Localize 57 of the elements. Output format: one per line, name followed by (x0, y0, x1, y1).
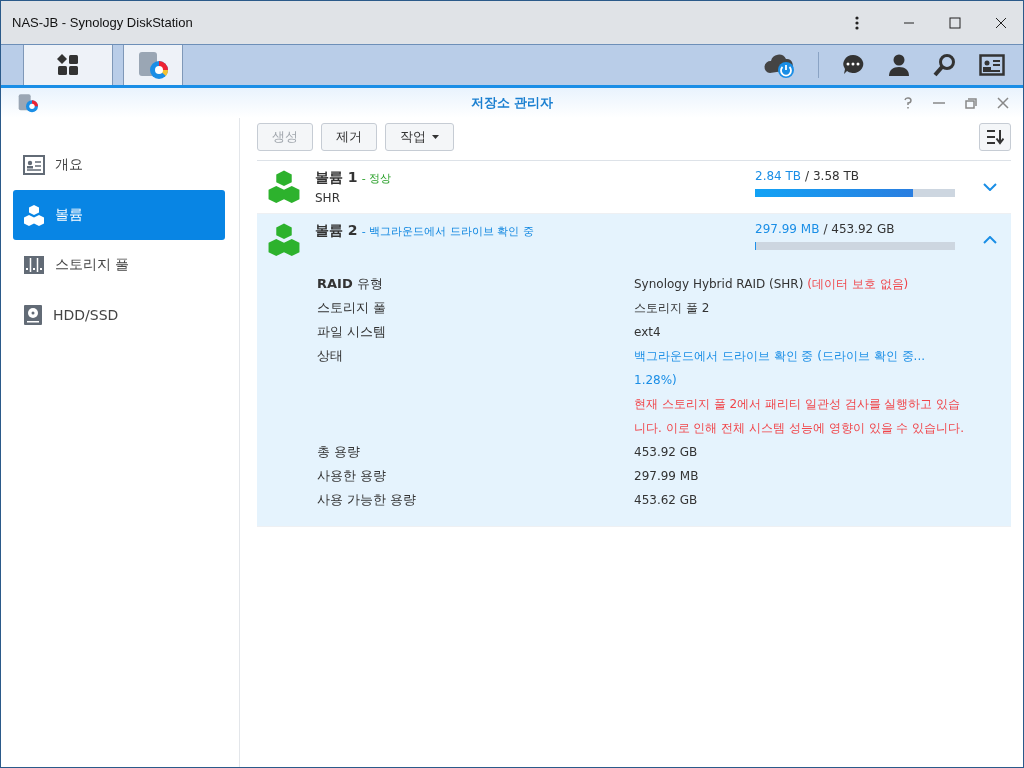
cubes-icon (23, 204, 45, 226)
sidebar-item[interactable]: 스토리지 풀 (13, 240, 225, 290)
id-card-icon (23, 155, 45, 175)
detail-value: 453.62 GB (634, 493, 698, 507)
detail-value: ext4 (634, 325, 661, 339)
detail-label: 상태 (317, 347, 344, 365)
toolbar-button[interactable]: 제거 (321, 123, 377, 151)
detail-label: 사용한 용량 (317, 467, 388, 485)
sort-icon (986, 129, 1004, 145)
sidebar-item[interactable]: HDD/SSD (13, 290, 225, 340)
used-size: 297.99 MB (755, 222, 820, 236)
chevron-down-icon[interactable] (983, 183, 997, 191)
apps-grid-icon (56, 53, 80, 77)
detail-value: 453.92 GB (634, 445, 698, 459)
detail-value: Synology Hybrid RAID (SHR) (634, 277, 804, 291)
close-icon[interactable] (995, 16, 1007, 29)
maximize-icon[interactable] (949, 16, 961, 29)
drive-bays-icon (23, 255, 45, 275)
detail-label: 파일 시스템 (317, 323, 388, 341)
window-title: NAS-JB - Synology DiskStation (12, 15, 193, 30)
warning-text: 현재 스토리지 풀 2에서 패리티 일관성 검사를 실행하고 있습니다. 이로 인해 전체 시스템 성능에 영향이 있을 수 있습니다. (634, 396, 964, 437)
volume-name: 볼륨 2 (315, 222, 358, 240)
total-size: / 3.58 TB (805, 169, 860, 183)
cubes-icon (267, 222, 301, 256)
detail-value: 백그라운드에서 드라이브 확인 중 (드라이브 확인 중... 1.28%) (634, 349, 925, 387)
used-size: 2.84 TB (755, 169, 802, 183)
storage-chart-icon (17, 93, 39, 113)
detail-note: (데이터 보호 없음) (807, 277, 909, 291)
help-icon[interactable] (903, 97, 913, 109)
detail-value: 297.99 MB (634, 469, 699, 483)
user-icon[interactable] (887, 53, 911, 77)
storage-app-button[interactable] (123, 45, 183, 85)
volume-name: 볼륨 1 (315, 169, 358, 187)
restore-icon[interactable] (965, 97, 977, 109)
detail-label: RAID 유형 (317, 275, 384, 293)
more-icon[interactable] (855, 15, 859, 30)
volume-status: - 정상 (361, 171, 392, 186)
detail-label: 사용 가능한 용량 (317, 491, 418, 509)
caret-icon (432, 135, 439, 139)
sidebar-item[interactable]: 볼륨 (13, 190, 225, 240)
toolbar-button[interactable]: 작업 (385, 123, 454, 151)
chevron-up-icon[interactable] (983, 236, 997, 244)
detail-value: 스토리지 풀 2 (634, 301, 710, 315)
sort-button[interactable] (979, 123, 1011, 151)
detail-label: 총 용량 (317, 443, 362, 461)
search-icon[interactable] (933, 53, 957, 77)
raid-type: SHR (315, 191, 341, 205)
widgets-card-icon[interactable] (979, 54, 1005, 76)
volume-status: - 백그라운드에서 드라이브 확인 중 (361, 224, 534, 239)
total-size: / 453.92 GB (823, 222, 895, 236)
main-menu-button[interactable] (23, 45, 113, 85)
app-title: 저장소 관리자 (470, 94, 554, 112)
sidebar-item[interactable]: 개요 (13, 140, 225, 190)
detail-label: 스토리지 풀 (317, 299, 388, 317)
cubes-icon (267, 169, 301, 203)
storage-chart-icon (137, 50, 169, 80)
chat-icon[interactable] (841, 53, 865, 77)
